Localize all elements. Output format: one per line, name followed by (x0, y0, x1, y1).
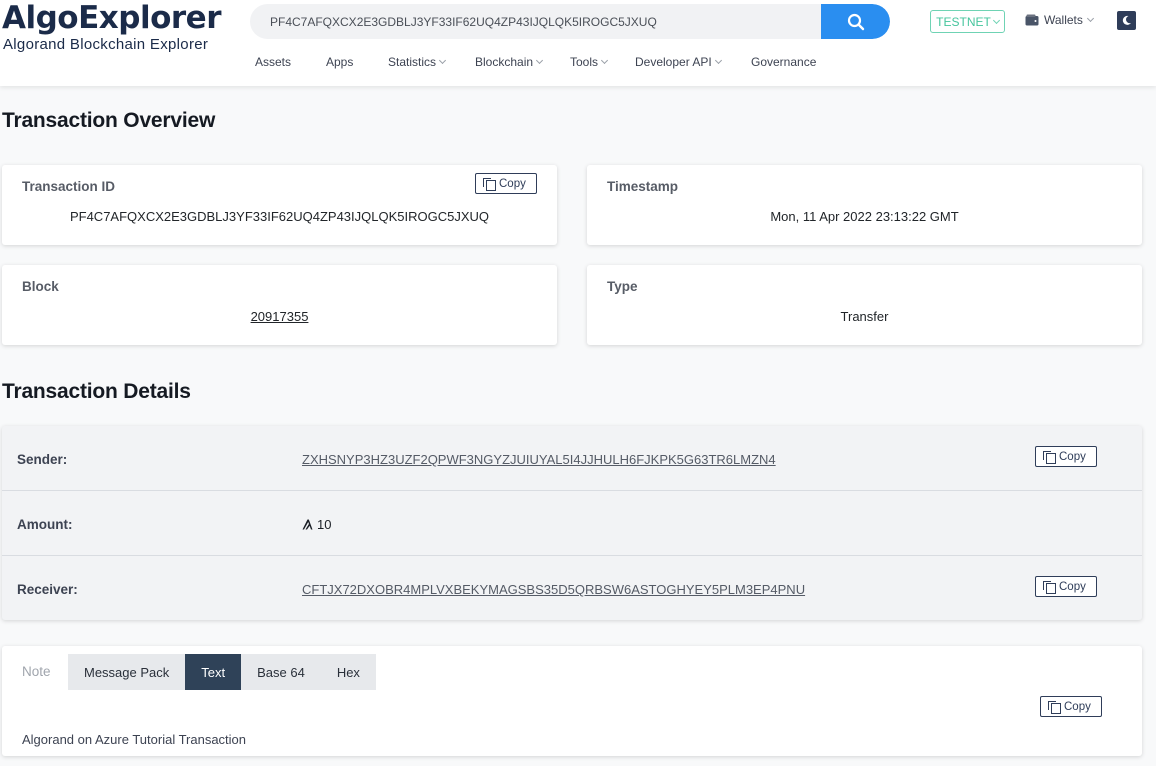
overview-heading: Transaction Overview (2, 109, 216, 132)
copy-label: Copy (1064, 700, 1091, 713)
logo-subtitle: Algorand Blockchain Explorer (3, 36, 209, 53)
sender-label: Sender: (17, 452, 68, 467)
copy-receiver-button[interactable]: Copy (1035, 576, 1097, 597)
transaction-id-value: PF4C7AFQXCX2E3GDBLJ3YF33IF62UQ4ZP43IJQLQ… (69, 209, 490, 224)
wallets-label: Wallets (1044, 13, 1083, 27)
copy-label: Copy (1059, 580, 1086, 593)
transaction-id-label: Transaction ID (22, 179, 116, 194)
receiver-address-link[interactable]: CFTJX72DXOBR4MPLVXBEKYMAGSBS35D5QRBSW6AS… (302, 582, 805, 597)
nav-label: Developer API (635, 55, 712, 69)
wallets-menu[interactable]: Wallets (1025, 13, 1094, 27)
nav-developer-api[interactable]: Developer API (635, 55, 722, 69)
amount-value: 10 (317, 517, 332, 532)
search-input[interactable] (250, 4, 821, 39)
copy-transaction-id-button[interactable]: Copy (475, 173, 537, 194)
nav-label: Statistics (388, 55, 437, 69)
timestamp-value: Mon, 11 Apr 2022 23:13:22 GMT (770, 209, 959, 224)
chevron-down-icon (535, 56, 544, 65)
logo[interactable]: AlgoExplorer (2, 0, 222, 36)
network-label: TESTNET (936, 14, 991, 29)
nav-apps[interactable]: Apps (326, 55, 353, 69)
network-selector[interactable]: TESTNET (930, 10, 1005, 33)
type-card: Type Transfer (587, 265, 1142, 345)
copy-note-button[interactable]: Copy (1040, 696, 1102, 717)
receiver-row: Receiver: CFTJX72DXOBR4MPLVXBEKYMAGSBS35… (2, 555, 1142, 620)
type-label: Type (607, 279, 638, 294)
sender-address-link[interactable]: ZXHSNYP3HZ3UZF2QPWF3NGYZJUIUYAL5I4JJHULH… (302, 452, 776, 467)
tab-hex[interactable]: Hex (320, 654, 376, 690)
sender-row: Sender: ZXHSNYP3HZ3UZF2QPWF3NGYZJUIUYAL5… (2, 426, 1142, 490)
nav-blockchain[interactable]: Blockchain (475, 55, 544, 69)
nav-label: Apps (326, 55, 354, 69)
amount-row: Amount: 10 (2, 490, 1142, 555)
block-card: Block 20917355 (2, 265, 557, 345)
copy-icon (1048, 701, 1061, 714)
note-label: Note (22, 664, 51, 679)
type-value: Transfer (840, 309, 889, 324)
note-text: Algorand on Azure Tutorial Transaction (22, 732, 247, 747)
nav-label: Governance (751, 55, 817, 69)
nav-governance[interactable]: Governance (751, 55, 816, 69)
receiver-label: Receiver: (17, 582, 78, 597)
timestamp-card: Timestamp Mon, 11 Apr 2022 23:13:22 GMT (587, 165, 1142, 245)
chevron-down-icon (1086, 14, 1094, 23)
algo-icon (302, 519, 313, 530)
block-link[interactable]: 20917355 (2, 309, 557, 324)
chevron-down-icon (600, 56, 609, 65)
nav-statistics[interactable]: Statistics (388, 55, 447, 69)
copy-sender-button[interactable]: Copy (1035, 446, 1097, 467)
nav-tools[interactable]: Tools (570, 55, 609, 69)
chevron-down-icon (438, 56, 447, 65)
moon-icon (1122, 15, 1131, 25)
block-label: Block (22, 279, 59, 294)
copy-icon (1043, 451, 1056, 464)
note-format-tabs: Message Pack Text Base 64 Hex (68, 654, 376, 690)
chevron-down-icon (992, 16, 1000, 24)
copy-label: Copy (1059, 450, 1086, 463)
details-heading: Transaction Details (2, 380, 191, 403)
copy-label: Copy (499, 177, 526, 190)
nav-label: Assets (255, 55, 292, 69)
nav-assets[interactable]: Assets (255, 55, 291, 69)
nav-label: Tools (570, 55, 599, 69)
theme-toggle-button[interactable] (1117, 11, 1136, 30)
wallet-icon (1025, 14, 1039, 26)
tab-text[interactable]: Text (185, 654, 242, 690)
main-nav: Assets Apps Statistics Blockchain Tools … (0, 55, 900, 71)
transaction-details-table: Sender: ZXHSNYP3HZ3UZF2QPWF3NGYZJUIUYAL5… (2, 426, 1142, 620)
tab-base-64[interactable]: Base 64 (241, 654, 321, 690)
timestamp-label: Timestamp (607, 179, 679, 194)
top-header: AlgoExplorer Algorand Blockchain Explore… (0, 0, 1156, 86)
tab-message-pack[interactable]: Message Pack (68, 654, 186, 690)
transaction-id-card: Transaction ID Copy PF4C7AFQXCX2E3GDBLJ3… (2, 165, 557, 245)
amount-value-group: 10 (302, 517, 331, 532)
search-button[interactable] (821, 4, 890, 39)
amount-label: Amount: (17, 517, 73, 532)
copy-icon (483, 178, 496, 191)
note-card: Note Message Pack Text Base 64 Hex Copy … (2, 646, 1142, 756)
copy-icon (1043, 581, 1056, 594)
chevron-down-icon (714, 56, 722, 65)
nav-label: Blockchain (475, 55, 534, 69)
search-icon (847, 13, 864, 30)
search-bar (250, 4, 890, 39)
